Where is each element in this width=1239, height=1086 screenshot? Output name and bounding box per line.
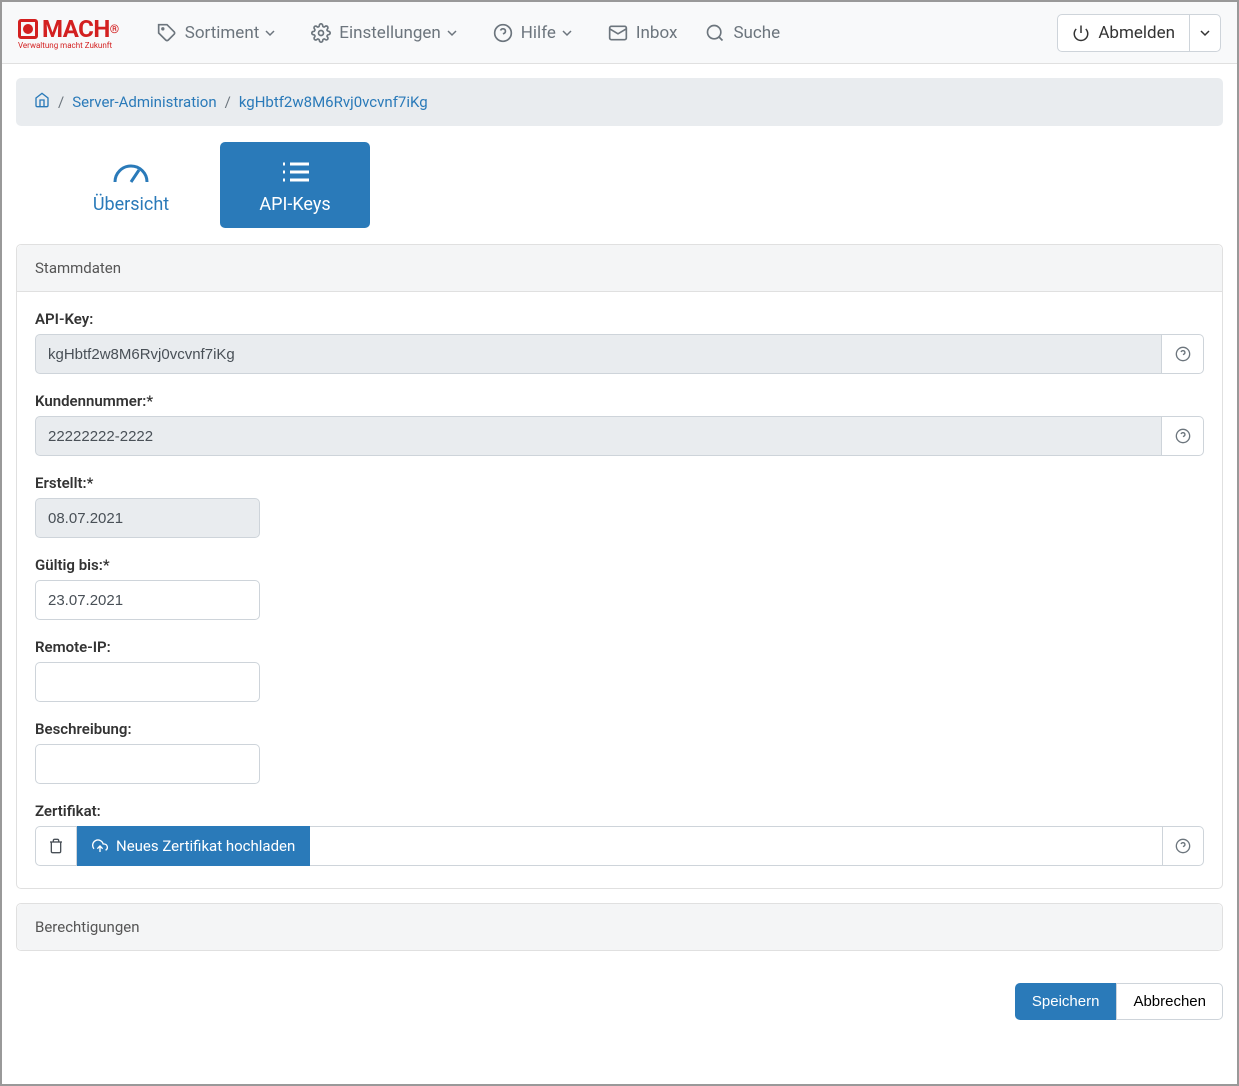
label-remote-ip: Remote-IP: — [35, 638, 1204, 656]
upload-icon — [92, 838, 108, 854]
save-button[interactable]: Speichern — [1015, 983, 1117, 1020]
logo-icon — [18, 19, 38, 39]
panel-header-berechtigungen[interactable]: Berechtigungen — [17, 904, 1222, 950]
label-gueltig-bis: Gültig bis:* — [35, 556, 1204, 574]
label-beschreibung: Beschreibung: — [35, 720, 1204, 738]
nav-inbox[interactable]: Inbox — [594, 15, 692, 51]
help-icon — [493, 23, 513, 43]
nav-sortiment[interactable]: Sortiment — [143, 15, 298, 51]
label-erstellt: Erstellt:* — [35, 474, 1204, 492]
nav-einstellungen[interactable]: Einstellungen — [297, 15, 479, 51]
power-icon — [1072, 24, 1090, 42]
action-bar: Speichern Abbrechen — [2, 979, 1237, 1034]
nav-hilfe[interactable]: Hilfe — [479, 15, 594, 51]
input-gueltig-bis[interactable] — [35, 580, 260, 620]
cancel-button[interactable]: Abbrechen — [1116, 983, 1223, 1020]
panel-header-stammdaten: Stammdaten — [17, 245, 1222, 292]
cert-delete-button[interactable] — [35, 826, 77, 866]
input-kundennummer[interactable] — [35, 416, 1162, 456]
logout-button[interactable]: Abmelden — [1058, 15, 1189, 51]
chevron-down-icon — [447, 28, 457, 38]
input-beschreibung[interactable] — [35, 744, 260, 784]
gear-icon — [311, 23, 331, 43]
breadcrumb-server-admin[interactable]: Server-Administration — [72, 93, 216, 111]
trash-icon — [48, 838, 64, 854]
logout-dropdown[interactable] — [1189, 15, 1220, 51]
help-icon — [1175, 838, 1191, 854]
help-icon — [1175, 346, 1191, 362]
list-icon — [275, 156, 315, 188]
chevron-down-icon — [1200, 28, 1210, 38]
home-icon — [34, 92, 50, 108]
chevron-down-icon — [562, 28, 572, 38]
logo-tagline: Verwaltung macht Zukunft — [18, 41, 119, 50]
tab-bar: Übersicht API-Keys — [56, 142, 1223, 228]
help-icon — [1175, 428, 1191, 444]
label-zertifikat: Zertifikat: — [35, 802, 1204, 820]
logout-group: Abmelden — [1057, 14, 1221, 52]
breadcrumb-sep: / — [58, 93, 64, 111]
input-erstellt[interactable] — [35, 498, 260, 538]
help-zertifikat[interactable] — [1162, 826, 1204, 866]
help-api-key[interactable] — [1162, 334, 1204, 374]
panel-berechtigungen: Berechtigungen — [16, 903, 1223, 951]
logo-text: MACH — [42, 15, 110, 43]
label-api-key: API-Key: — [35, 310, 1204, 328]
gauge-icon — [111, 156, 151, 188]
breadcrumb-sep: / — [225, 93, 231, 111]
input-remote-ip[interactable] — [35, 662, 260, 702]
tab-api-keys[interactable]: API-Keys — [220, 142, 370, 228]
cert-upload-button[interactable]: Neues Zertifikat hochladen — [77, 826, 310, 866]
panel-stammdaten: Stammdaten API-Key: Kundennummer:* — [16, 244, 1223, 889]
breadcrumb-current[interactable]: kgHbtf2w8M6Rvj0vcvnf7iKg — [239, 93, 428, 111]
nav-suche[interactable]: Suche — [691, 15, 794, 51]
cert-filename-area — [310, 826, 1162, 866]
breadcrumb: / Server-Administration / kgHbtf2w8M6Rvj… — [16, 78, 1223, 126]
mail-icon — [608, 23, 628, 43]
help-kundennummer[interactable] — [1162, 416, 1204, 456]
search-icon — [705, 23, 725, 43]
label-kundennummer: Kundennummer:* — [35, 392, 1204, 410]
logo[interactable]: MACH® Verwaltung macht Zukunft — [18, 15, 119, 50]
chevron-down-icon — [265, 28, 275, 38]
top-navbar: MACH® Verwaltung macht Zukunft Sortiment… — [2, 2, 1237, 64]
breadcrumb-home[interactable] — [34, 92, 50, 112]
tag-icon — [157, 23, 177, 43]
tab-overview[interactable]: Übersicht — [56, 142, 206, 228]
input-api-key[interactable] — [35, 334, 1162, 374]
